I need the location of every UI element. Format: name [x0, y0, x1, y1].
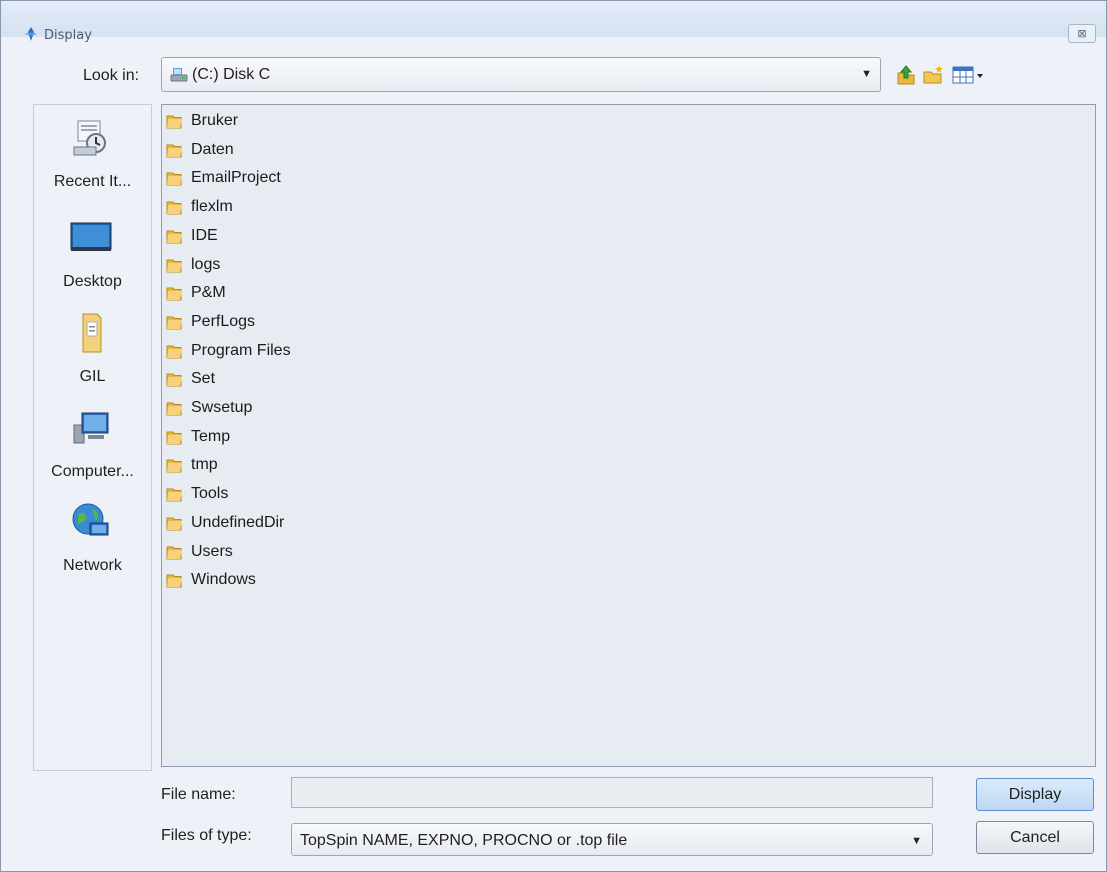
folder-icon — [166, 543, 184, 561]
folder-icon — [166, 399, 184, 417]
folder-name: IDE — [191, 226, 218, 244]
folder-name: Bruker — [191, 112, 239, 129]
place-gil[interactable]: GIL — [34, 312, 151, 404]
place-label: Recent It... — [53, 173, 132, 190]
folder-name: Temp — [191, 427, 231, 445]
folder-icon — [166, 370, 184, 388]
dialog-window: Display ⊠ Look in: (C:) Disk C ▼ Recent … — [0, 0, 1107, 872]
folder-icon — [166, 141, 184, 159]
folder-name: flexlm — [191, 198, 233, 216]
folder-name: tmp — [191, 456, 218, 474]
folder-name: EmailProject — [191, 169, 281, 187]
chevron-down-icon: ▼ — [861, 68, 872, 80]
place-label: GIL — [79, 368, 106, 385]
folder-name: Swsetup — [191, 399, 253, 416]
file-list[interactable]: Bruker Daten EmailProject flexlm IDE logs P&M P… — [161, 104, 1096, 767]
place-desktop[interactable]: Desktop — [34, 217, 151, 309]
close-button[interactable]: ⊠ — [1068, 24, 1096, 43]
drive-icon — [170, 68, 188, 82]
computer-icon — [73, 412, 109, 444]
folder-icon — [166, 514, 184, 532]
up-folder-icon[interactable] — [894, 63, 918, 87]
new-folder-icon[interactable] — [921, 63, 945, 87]
place-computer[interactable]: Computer... — [34, 407, 151, 499]
recent-items-icon — [73, 120, 106, 156]
file-name-input[interactable] — [291, 777, 933, 808]
folder-icon — [166, 256, 184, 274]
window-title: Display — [44, 28, 92, 43]
folder-name: Windows — [191, 571, 256, 589]
folder-icon — [166, 227, 184, 245]
folder-icon — [166, 198, 184, 216]
place-recent-items[interactable]: Recent It... — [34, 117, 151, 209]
folder-name: Daten — [191, 140, 234, 158]
place-network[interactable]: Network — [34, 501, 151, 593]
folder-name: PerfLogs — [191, 312, 256, 330]
cancel-button[interactable]: Cancel — [976, 821, 1094, 854]
look-in-value: (C:) Disk C — [192, 66, 271, 83]
folder-icon — [166, 428, 184, 446]
topspin-icon — [25, 27, 37, 41]
chevron-down-icon: ▼ — [911, 835, 922, 847]
folder-name: Set — [191, 370, 216, 388]
folder-name: Program Files — [191, 341, 291, 359]
folder-icon — [166, 313, 184, 331]
place-label: Network — [63, 557, 122, 574]
look-in-dropdown[interactable]: (C:) Disk C ▼ — [161, 57, 881, 92]
folder-icon — [166, 112, 184, 130]
folder-name: Tools — [191, 485, 229, 503]
folder-name: UndefinedDir — [191, 513, 285, 531]
folder-name: P&M — [191, 284, 226, 302]
places-sidebar: Recent It... Desktop GIL Computer... Net… — [33, 104, 152, 771]
folder-icon — [166, 342, 184, 360]
network-icon — [72, 503, 109, 536]
folder-name: Users — [191, 542, 233, 560]
look-in-label: Look in: — [83, 67, 140, 84]
place-label: Desktop — [63, 273, 122, 290]
close-icon: ⊠ — [1077, 27, 1087, 40]
user-folder-icon — [82, 313, 102, 353]
folder-icon — [166, 284, 184, 302]
desktop-icon — [70, 222, 112, 251]
display-button[interactable]: Display — [976, 778, 1094, 811]
place-label: Computer... — [51, 463, 134, 480]
files-of-type-value: TopSpin NAME, EXPNO, PROCNO or .top file — [300, 832, 628, 849]
folder-name: logs — [191, 255, 221, 273]
folder-icon — [166, 485, 184, 503]
files-of-type-dropdown[interactable]: TopSpin NAME, EXPNO, PROCNO or .top file… — [291, 823, 933, 856]
file-name-label: File name: — [161, 786, 236, 803]
title-bar[interactable]: Display ⊠ — [1, 1, 1106, 43]
folder-icon — [166, 571, 184, 589]
folder-icon — [166, 456, 184, 474]
view-menu-icon[interactable] — [951, 63, 989, 87]
files-of-type-label: Files of type: — [161, 827, 252, 844]
folder-icon — [166, 169, 184, 187]
